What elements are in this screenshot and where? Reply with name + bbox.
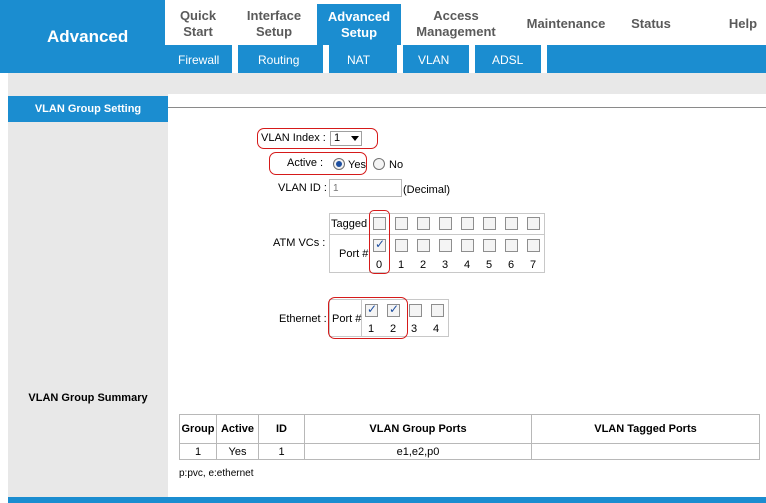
nav-interface-setup-line1: Interface bbox=[246, 8, 302, 23]
cell-id: 1 bbox=[258, 443, 305, 460]
nav-status-line1: Status bbox=[631, 16, 671, 31]
atm-port-number-6: 6 bbox=[507, 259, 515, 271]
ethernet-port-checkbox-4[interactable] bbox=[431, 304, 444, 317]
nav-quick-start[interactable]: Quick Start bbox=[176, 8, 220, 40]
grid-line bbox=[329, 234, 545, 235]
vlan-id-input[interactable] bbox=[329, 179, 402, 197]
column-header-group-ports: VLAN Group Ports bbox=[304, 414, 532, 444]
subnav-adsl[interactable]: ADSL bbox=[492, 53, 523, 67]
atm-tagged-checkbox-4[interactable] bbox=[461, 217, 474, 230]
nav-interface-setup-line2: Setup bbox=[255, 24, 293, 39]
summary-legend: p:pvc, e:ethernet bbox=[179, 468, 254, 479]
highlight-active bbox=[269, 152, 367, 175]
atm-port-checkbox-4[interactable] bbox=[461, 239, 474, 252]
subnav-nat[interactable]: NAT bbox=[347, 53, 370, 67]
sub-nav: Firewall Routing NAT VLAN ADSL bbox=[165, 45, 766, 73]
nav-help[interactable]: Help bbox=[723, 16, 763, 32]
active-no-radio[interactable] bbox=[373, 158, 385, 170]
subnav-separator bbox=[397, 45, 403, 73]
page-margin bbox=[0, 73, 8, 503]
atm-port-number-3: 3 bbox=[441, 259, 449, 271]
atm-port-checkbox-7[interactable] bbox=[527, 239, 540, 252]
top-nav: Quick Start Interface Setup Advanced Set… bbox=[165, 0, 766, 45]
nav-advanced-setup-line1: Advanced bbox=[327, 9, 391, 24]
nav-quick-start-line2: Start bbox=[183, 24, 213, 39]
subnav-separator bbox=[469, 45, 475, 73]
nav-maintenance[interactable]: Maintenance bbox=[520, 16, 612, 32]
vlan-id-hint: (Decimal) bbox=[403, 184, 451, 196]
atm-port-checkbox-5[interactable] bbox=[483, 239, 496, 252]
atm-port-number-5: 5 bbox=[485, 259, 493, 271]
ethernet-label: Ethernet : bbox=[279, 313, 327, 325]
nav-status[interactable]: Status bbox=[627, 16, 675, 32]
nav-access-management-line2: Management bbox=[416, 24, 496, 39]
header-strip bbox=[8, 73, 766, 94]
atm-port-number-1: 1 bbox=[397, 259, 405, 271]
atm-port-number-7: 7 bbox=[529, 259, 537, 271]
cell-active: Yes bbox=[216, 443, 259, 460]
summary-title: VLAN Group Summary bbox=[28, 392, 148, 404]
highlight-ethernet-ports bbox=[328, 297, 408, 339]
atm-tagged-checkbox-7[interactable] bbox=[527, 217, 540, 230]
highlight-vlan-index bbox=[257, 128, 378, 149]
nav-access-management[interactable]: Access Management bbox=[409, 8, 503, 40]
section-divider bbox=[168, 107, 766, 108]
left-column bbox=[8, 94, 168, 503]
cell-group: 1 bbox=[179, 443, 217, 460]
highlight-atm-port-0 bbox=[369, 210, 390, 274]
subnav-separator bbox=[541, 45, 547, 73]
subnav-vlan[interactable]: VLAN bbox=[418, 53, 449, 67]
column-header-tagged-ports: VLAN Tagged Ports bbox=[531, 414, 760, 444]
subnav-routing[interactable]: Routing bbox=[258, 53, 299, 67]
subnav-firewall[interactable]: Firewall bbox=[178, 53, 219, 67]
brand-title: Advanced bbox=[0, 0, 165, 73]
atm-port-checkbox-6[interactable] bbox=[505, 239, 518, 252]
cell-tagged-ports bbox=[531, 443, 760, 460]
atm-tagged-checkbox-5[interactable] bbox=[483, 217, 496, 230]
nav-help-line1: Help bbox=[728, 16, 758, 31]
column-header-id: ID bbox=[258, 414, 305, 444]
table-header-row: Group Active ID VLAN Group Ports VLAN Ta… bbox=[179, 414, 760, 444]
nav-maintenance-line1: Maintenance bbox=[526, 16, 606, 31]
active-no-label: No bbox=[389, 159, 404, 171]
atm-tagged-checkbox-6[interactable] bbox=[505, 217, 518, 230]
column-header-active: Active bbox=[216, 414, 259, 444]
atm-port-checkbox-2[interactable] bbox=[417, 239, 430, 252]
subnav-separator bbox=[232, 45, 238, 73]
nav-quick-start-line1: Quick bbox=[179, 8, 217, 23]
atm-tagged-checkbox-2[interactable] bbox=[417, 217, 430, 230]
vlan-summary-table: Group Active ID VLAN Group Ports VLAN Ta… bbox=[179, 414, 760, 460]
atm-port-number-4: 4 bbox=[463, 259, 471, 271]
atm-tagged-checkbox-1[interactable] bbox=[395, 217, 408, 230]
table-row: 1 Yes 1 e1,e2,p0 bbox=[179, 443, 760, 460]
atm-tagged-checkbox-3[interactable] bbox=[439, 217, 452, 230]
atm-port-checkbox-1[interactable] bbox=[395, 239, 408, 252]
vlan-id-label: VLAN ID : bbox=[278, 182, 327, 194]
nav-interface-setup[interactable]: Interface Setup bbox=[241, 8, 307, 40]
subnav-separator bbox=[323, 45, 329, 73]
nav-advanced-setup[interactable]: Advanced Setup bbox=[317, 4, 401, 45]
nav-access-management-line1: Access bbox=[433, 8, 479, 23]
atm-vcs-label: ATM VCs : bbox=[273, 237, 326, 249]
atm-port-number-2: 2 bbox=[419, 259, 427, 271]
footer-bar bbox=[8, 497, 766, 503]
atm-port-label: Port # bbox=[339, 248, 369, 260]
section-title: VLAN Group Setting bbox=[8, 96, 168, 122]
ethernet-port-checkbox-3[interactable] bbox=[409, 304, 422, 317]
nav-advanced-setup-line2: Setup bbox=[340, 25, 378, 40]
column-header-group: Group bbox=[179, 414, 217, 444]
atm-port-checkbox-3[interactable] bbox=[439, 239, 452, 252]
atm-tagged-label: Tagged bbox=[331, 218, 368, 230]
ethernet-port-number-4: 4 bbox=[432, 323, 440, 335]
cell-group-ports: e1,e2,p0 bbox=[304, 443, 532, 460]
